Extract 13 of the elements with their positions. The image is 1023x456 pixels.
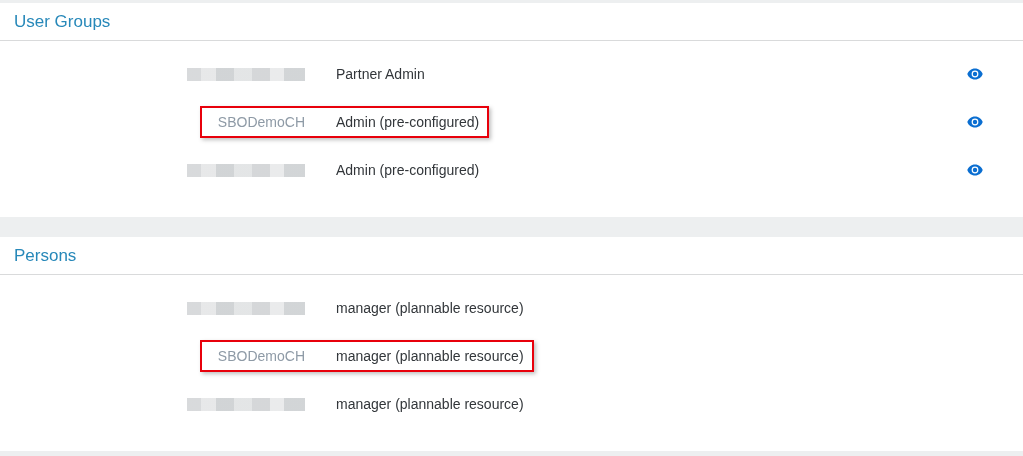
section-title: Persons — [14, 245, 77, 266]
view-icon[interactable] — [967, 68, 983, 80]
role-text: manager (plannable resource) — [336, 396, 524, 412]
role-text: Admin (pre-configured) — [336, 162, 480, 178]
role-text: Admin (pre-configured) — [336, 114, 480, 130]
view-icon[interactable] — [967, 116, 983, 128]
role-text: manager (plannable resource) — [336, 348, 524, 364]
id-text: SBODemoCH — [217, 348, 305, 364]
id-text: SBODemoCH — [217, 114, 305, 130]
section-title: User Groups — [14, 11, 111, 32]
role-text: manager (plannable resource) — [336, 300, 524, 316]
role-text: Partner Admin — [336, 66, 425, 82]
view-icon[interactable] — [967, 164, 983, 176]
